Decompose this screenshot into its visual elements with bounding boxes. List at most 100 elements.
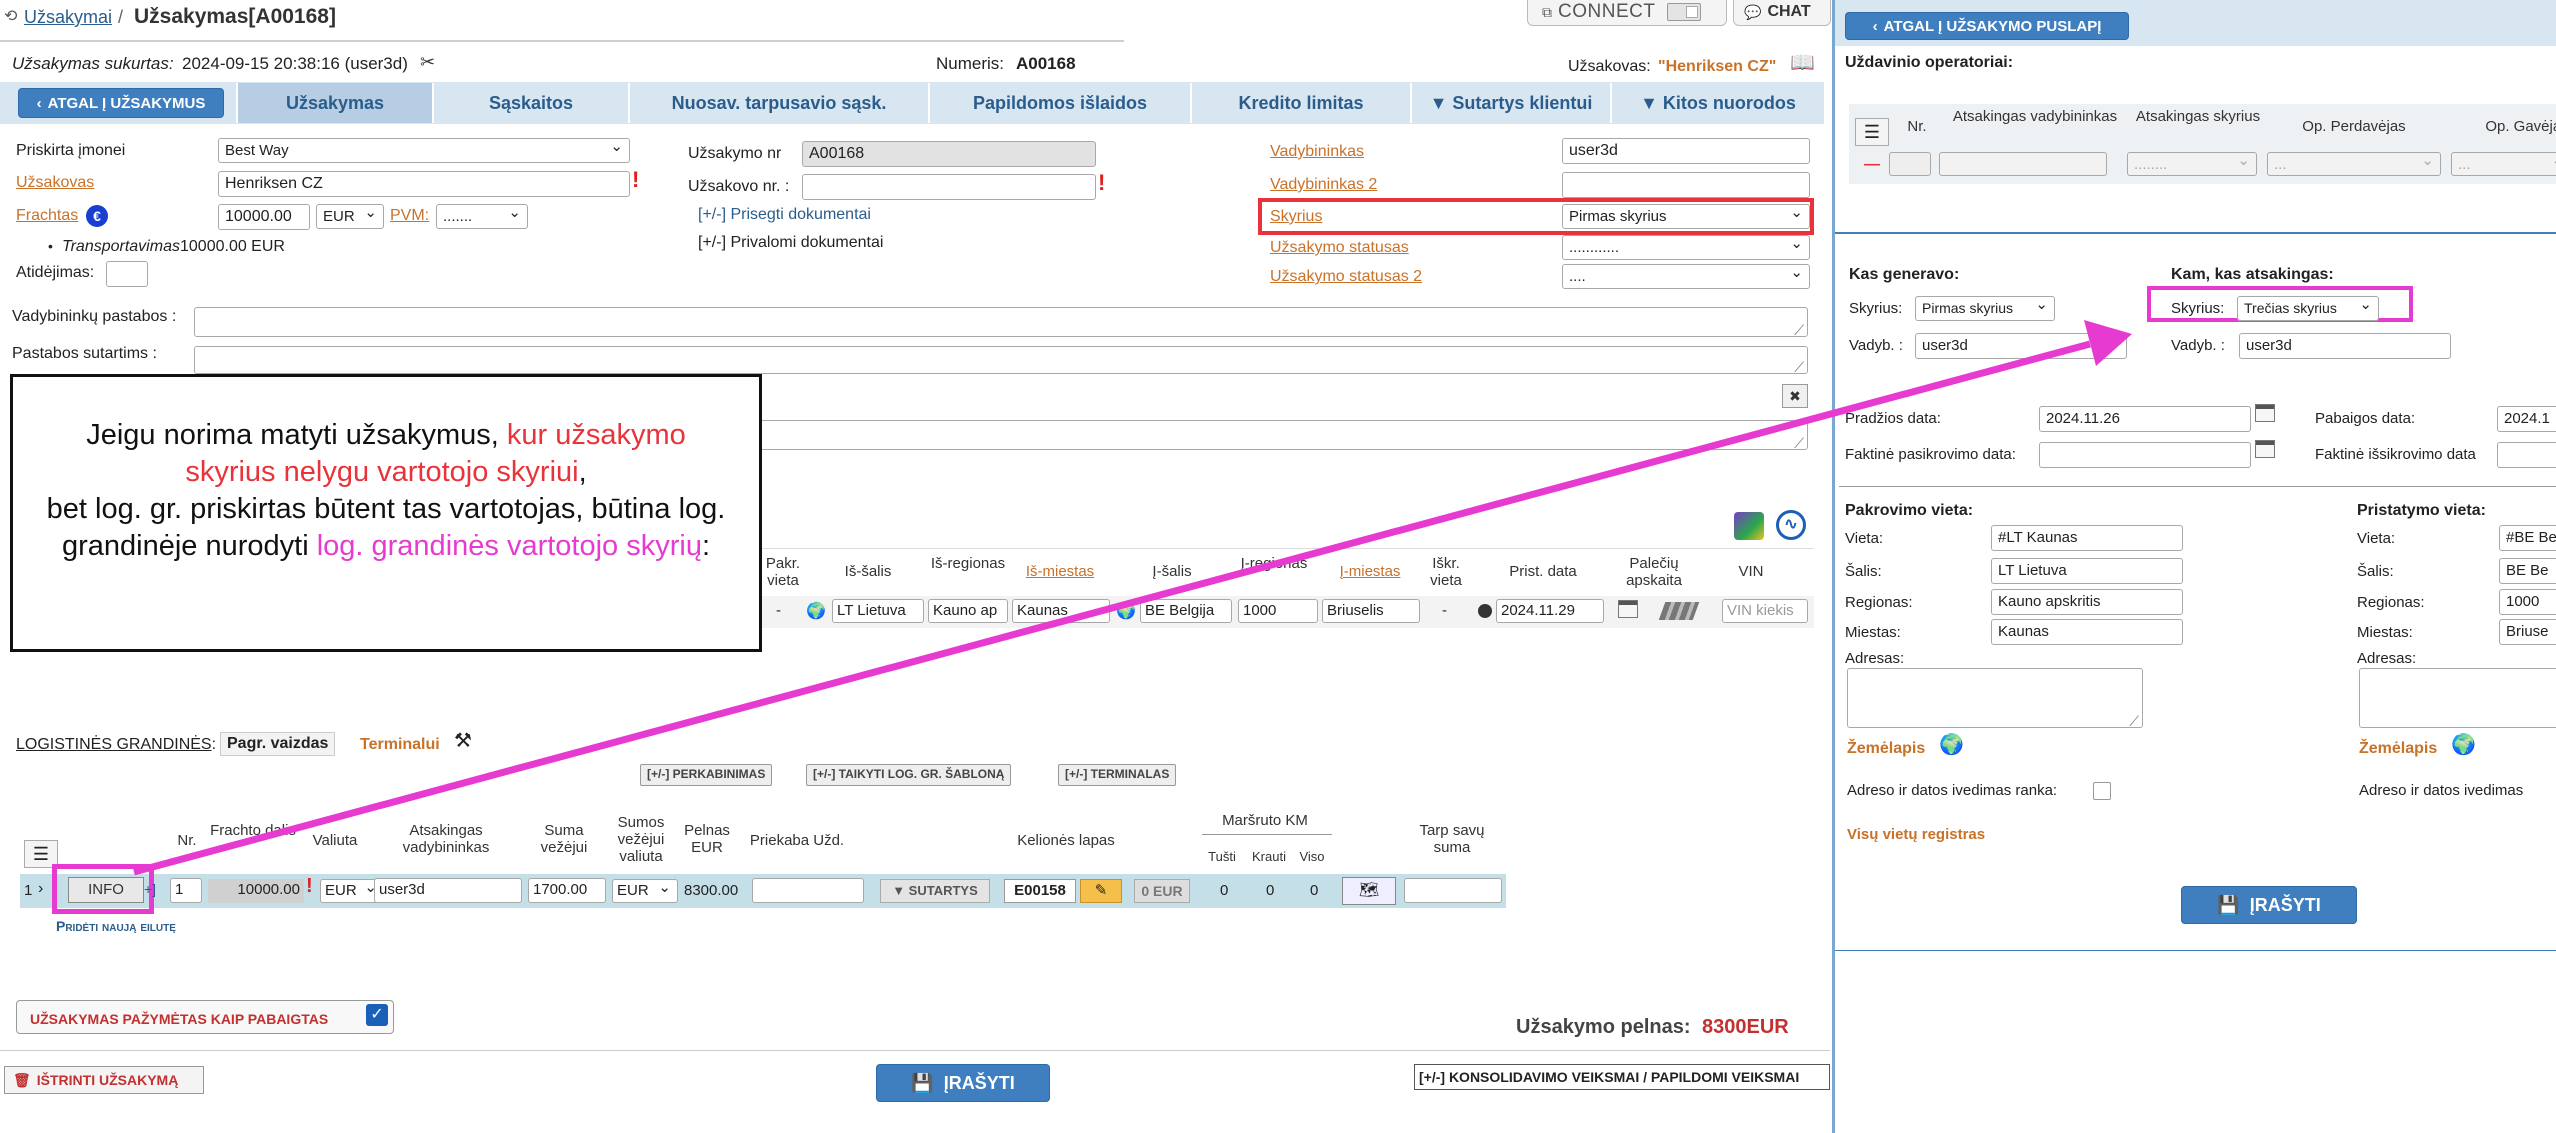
attach-documents-link[interactable]: [+/-] Prisegti dokumentai <box>698 206 871 224</box>
brand-logo-icon[interactable]: ∿ <box>1776 510 1806 540</box>
actual-unload-input[interactable] <box>2497 442 2556 468</box>
tab-extra-costs[interactable]: Papildomos išlaidos <box>928 83 1190 123</box>
delivery-date-input[interactable]: 2024.11.29 <box>1496 599 1604 623</box>
load-map-link[interactable]: Žemėlapis <box>1847 740 1925 758</box>
load-city-input[interactable]: Kaunas <box>1991 619 2183 645</box>
deliv-address-textarea[interactable] <box>2359 668 2556 728</box>
back-to-order-page-button[interactable]: ‹ ATGAL Į UŽSAKYMO PUSLAPĮ <box>1845 12 2129 40</box>
manager-label[interactable]: Vadybininkas <box>1270 143 1364 161</box>
delay-input[interactable] <box>106 261 148 287</box>
chat-button[interactable]: 💬 CHAT <box>1733 0 1831 26</box>
tab-other-links[interactable]: ▼ Kitos nuorodos <box>1610 83 1824 123</box>
load-manual-checkbox[interactable] <box>2093 782 2111 800</box>
chain-trailer-input[interactable] <box>752 878 864 903</box>
tab-order[interactable]: Užsakymas <box>236 83 432 123</box>
connect-button[interactable]: ⧉ CONNECT <box>1527 0 1727 26</box>
start-calendar-icon[interactable] <box>2255 404 2275 422</box>
terminal-tools-icon[interactable]: ⚒ <box>454 728 472 753</box>
operators-menu-button[interactable]: ☰ <box>1855 118 1889 146</box>
gen-dept-select[interactable]: Pirmas skyrius <box>1915 296 2055 321</box>
from-city-input[interactable]: Kaunas <box>1012 599 1110 623</box>
load-address-textarea[interactable] <box>1847 668 2143 730</box>
breadcrumb-root[interactable]: Užsakymai <box>24 7 112 28</box>
gen-mgr-input[interactable]: user3d <box>1915 333 2127 359</box>
deliv-city-input[interactable]: Briuse <box>2499 619 2556 645</box>
chain-plus-link[interactable]: +] <box>144 881 156 897</box>
terminal-button[interactable]: [+/-] TERMINALAS <box>1058 764 1177 786</box>
required-documents-link[interactable]: [+/-] Privalomi dokumentai <box>698 234 883 252</box>
extra-notes-textarea[interactable] <box>760 420 1808 452</box>
chain-manager-input[interactable]: user3d <box>374 878 522 903</box>
add-row-link[interactable]: Pridėti naują eilutę <box>56 918 176 934</box>
delete-order-button[interactable]: 🗑 IŠTRINTI UŽSAKYMĄ <box>4 1066 204 1094</box>
manager-notes-textarea[interactable] <box>194 307 1808 339</box>
to-region-input[interactable]: 1000 <box>1238 599 1318 623</box>
contracts-button[interactable]: ▼ SUTARTYS <box>880 879 990 903</box>
deliv-country-input[interactable]: BE Be <box>2499 558 2556 584</box>
load-country-input[interactable]: LT Lietuva <box>1991 558 2183 584</box>
actual-load-input[interactable] <box>2039 442 2251 468</box>
main-view-button[interactable]: Pagr. vaizdas <box>220 732 336 756</box>
history-icon[interactable]: ⟲ <box>4 6 17 26</box>
to-city-input[interactable]: Briuselis <box>1322 599 1420 623</box>
customer-nr-input[interactable] <box>802 174 1096 200</box>
op-manager-input[interactable] <box>1939 152 2107 176</box>
deliv-map-globe-icon[interactable]: 🌍 <box>2451 732 2476 757</box>
deliv-map-link[interactable]: Žemėlapis <box>2359 740 2437 758</box>
currency-select[interactable]: EUR <box>316 204 384 229</box>
vat-select[interactable]: ....... <box>436 204 528 229</box>
vin-input[interactable]: VIN kiekis <box>1722 599 1808 623</box>
tab-credit-limit[interactable]: Kredito limitas <box>1190 83 1410 123</box>
finished-checkbox[interactable]: ✓ <box>366 1004 388 1026</box>
status-select[interactable]: ............ <box>1562 235 1810 260</box>
edit-trip-button[interactable]: ✎ <box>1080 879 1122 903</box>
book-icon[interactable]: 📖 <box>1790 50 1815 75</box>
deliv-region-input[interactable]: 1000 <box>2499 589 2556 615</box>
customer-input[interactable]: Henriksen CZ <box>218 171 630 197</box>
chain-sum-currency-select[interactable]: EUR <box>612 879 678 903</box>
op-sender-select[interactable]: ... <box>2267 152 2441 176</box>
customer-label[interactable]: Užsakovas <box>16 174 94 192</box>
route-col-from-city[interactable]: Iš-miestas <box>1010 563 1110 580</box>
route-col-to-city[interactable]: Į-miestas <box>1320 563 1420 580</box>
freight-label[interactable]: Frachtas <box>16 207 78 225</box>
tab-client-contracts[interactable]: ▼ Sutartys klientui <box>1410 83 1610 123</box>
contract-notes-textarea[interactable] <box>194 346 1808 376</box>
load-map-globe-icon[interactable]: 🌍 <box>1939 732 1964 757</box>
chain-internal-sum-input[interactable] <box>1404 878 1502 903</box>
op-receiver-select[interactable]: ... <box>2451 152 2556 176</box>
route-map-button[interactable]: 🗺 <box>1342 877 1396 905</box>
op-dept-select[interactable]: ........ <box>2127 152 2257 176</box>
company-select[interactable]: Best Way <box>218 138 630 163</box>
connect-switch[interactable] <box>1667 3 1702 21</box>
expand-icon[interactable]: › <box>38 880 43 898</box>
op-nr-input[interactable] <box>1889 152 1931 176</box>
freight-input[interactable]: 10000.00 <box>218 204 310 230</box>
status-label[interactable]: Užsakymo statusas <box>1270 239 1409 257</box>
chain-nr-input[interactable]: 1 <box>170 878 202 903</box>
chain-sum-input[interactable]: 1700.00 <box>528 878 606 903</box>
pallet-icon[interactable] <box>1658 602 1700 620</box>
save-button[interactable]: 💾 ĮRAŠYTI <box>876 1064 1050 1102</box>
manager-input[interactable]: user3d <box>1562 138 1810 164</box>
back-to-orders-button[interactable]: ‹ ATGAL Į UŽSAKYMUS <box>18 88 224 118</box>
tab-internal-invoices[interactable]: Nuosav. tarpusavio sąsk. <box>628 83 928 123</box>
status2-select[interactable]: .... <box>1562 264 1810 289</box>
apply-template-button[interactable]: [+/-] TAIKYTI LOG. GR. ŠABLONĄ <box>806 764 1012 786</box>
status2-label[interactable]: Užsakymo statusas 2 <box>1270 268 1422 286</box>
trip-sheet-button[interactable]: E00158 <box>1004 879 1076 903</box>
tools-icon[interactable]: ✂ <box>420 52 435 73</box>
consolidation-button[interactable]: [+/-] KONSOLIDAVIMO VEIKSMAI / PAPILDOMI… <box>1414 1064 1830 1090</box>
terminals-link[interactable]: Terminalui <box>360 736 440 754</box>
resp-dept-select[interactable]: Trečias skyrius <box>2237 296 2379 321</box>
vat-label[interactable]: PVM: <box>390 207 429 225</box>
right-save-button[interactable]: 💾 ĮRAŠYTI <box>2181 886 2357 924</box>
load-place-input[interactable]: #LT Kaunas <box>1991 525 2183 551</box>
rehook-button[interactable]: [+/-] PERKABINIMAS <box>640 764 773 786</box>
start-date-input[interactable]: 2024.11.26 <box>2039 406 2251 432</box>
manager2-input[interactable] <box>1562 172 1810 198</box>
load-region-input[interactable]: Kauno apskritis <box>1991 589 2183 615</box>
to-country-input[interactable]: BE Belgija <box>1140 599 1232 623</box>
department-label[interactable]: Skyrius <box>1270 208 1322 226</box>
end-date-input[interactable]: 2024.1 <box>2497 406 2556 432</box>
